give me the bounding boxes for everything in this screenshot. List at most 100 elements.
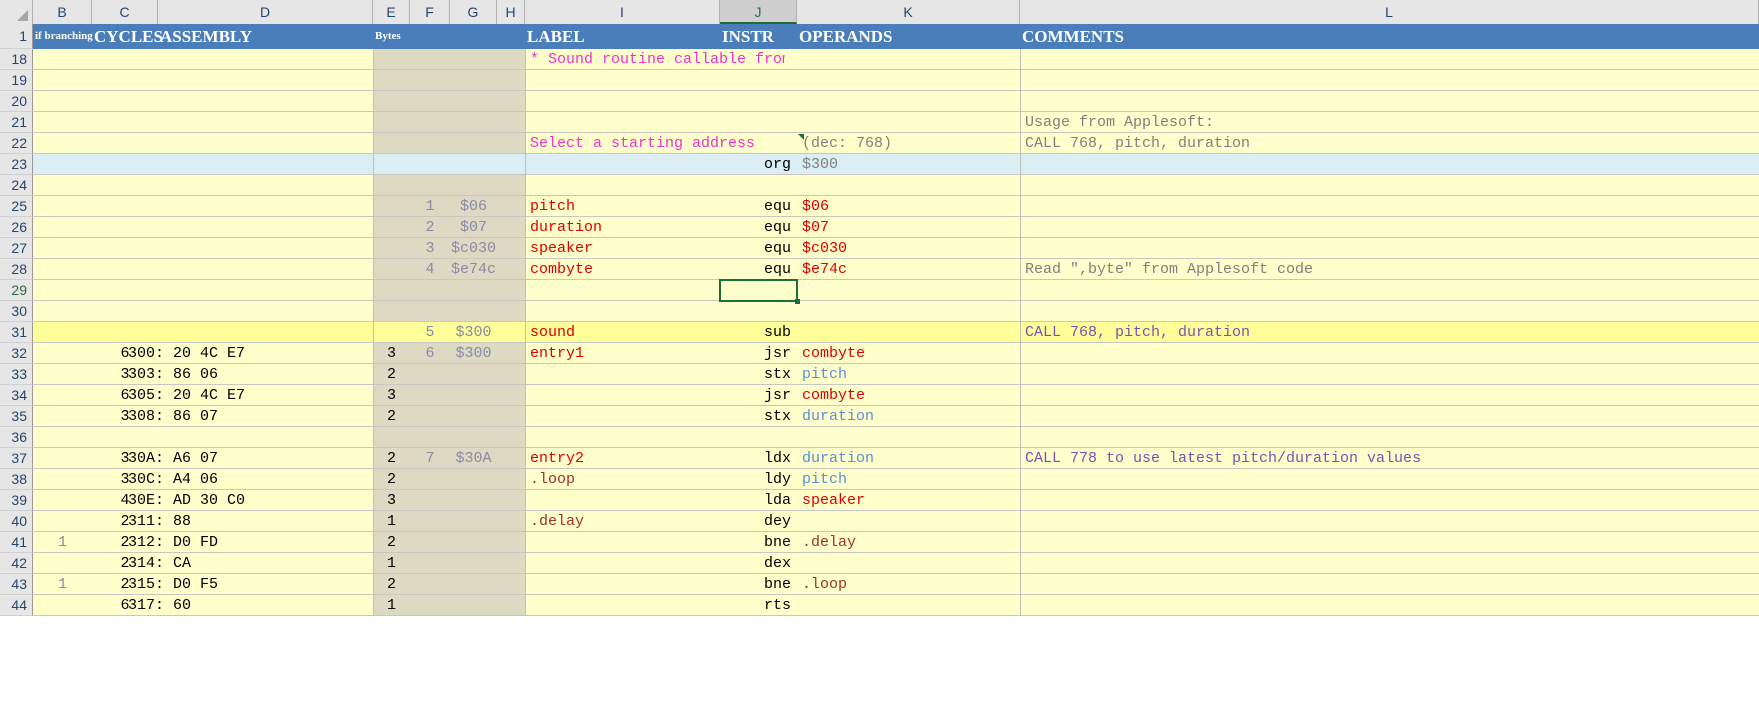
column-header-c[interactable]: C [92, 0, 158, 24]
cell-k-32[interactable]: combyte [797, 343, 1140, 364]
cell-l-21[interactable]: Usage from Applesoft: [1020, 112, 1759, 133]
cell-j-40[interactable]: dey [720, 511, 797, 532]
cell-g-28[interactable]: $e74c [450, 259, 497, 280]
cell-e-43[interactable]: 2 [373, 574, 410, 595]
cell-f-27[interactable]: 3 [410, 238, 450, 259]
cell-i-22[interactable]: Select a starting address [525, 133, 785, 154]
table-row[interactable]: 6300: 20 4C E736$300entry1jsrcombyte [33, 343, 1759, 364]
cell-k-27[interactable]: $c030 [797, 238, 1140, 259]
column-header-j[interactable]: J [720, 0, 797, 24]
table-row[interactable]: 2$07durationequ$07 [33, 217, 1759, 238]
cell-l-37[interactable]: CALL 778 to use latest pitch/duration va… [1020, 448, 1759, 469]
table-row[interactable]: 12312: D0 FD2bne.delay [33, 532, 1759, 553]
table-row[interactable]: 2311: 881.delaydey [33, 511, 1759, 532]
column-header-d[interactable]: D [158, 0, 373, 24]
cell-d-44[interactable]: 317: 60 [92, 595, 373, 616]
cell-k-33[interactable]: pitch [797, 364, 1140, 385]
row-header[interactable]: 27 [0, 238, 33, 259]
column-header-f[interactable]: F [410, 0, 450, 24]
cell-g-26[interactable]: $07 [450, 217, 497, 238]
column-header-g[interactable]: G [450, 0, 497, 24]
table-row[interactable]: 3$c030speakerequ$c030 [33, 238, 1759, 259]
row-header[interactable]: 24 [0, 175, 33, 196]
table-row[interactable]: 12315: D0 F52bne.loop [33, 574, 1759, 595]
row-header-1[interactable]: 1 [0, 24, 33, 49]
cell-e-42[interactable]: 1 [373, 553, 410, 574]
table-row[interactable]: 330C: A4 062.loopldypitch [33, 469, 1759, 490]
table-row[interactable]: 3308: 86 072stxduration [33, 406, 1759, 427]
fill-handle[interactable] [795, 299, 800, 304]
cell-e-32[interactable]: 3 [373, 343, 410, 364]
cell-b-41[interactable]: 1 [33, 532, 92, 553]
cell-e-41[interactable]: 2 [373, 532, 410, 553]
column-header-b[interactable]: B [33, 0, 92, 24]
table-row[interactable]: 2314: CA1dex [33, 553, 1759, 574]
cell-j-28[interactable]: equ [720, 259, 797, 280]
cell-f-31[interactable]: 5 [410, 322, 450, 343]
table-row[interactable] [33, 280, 1759, 301]
cell-j-43[interactable]: bne [720, 574, 797, 595]
cell-j-35[interactable]: stx [720, 406, 797, 427]
cell-g-37[interactable]: $30A [450, 448, 497, 469]
spreadsheet-grid[interactable]: BCDEFGHIJKLif branchingCYCLESASSEMBLYByt… [0, 0, 1759, 706]
table-row[interactable] [33, 91, 1759, 112]
cell-e-34[interactable]: 3 [373, 385, 410, 406]
cell-d-37[interactable]: 30A: A6 07 [92, 448, 373, 469]
cell-e-40[interactable]: 1 [373, 511, 410, 532]
cell-d-39[interactable]: 30E: AD 30 C0 [92, 490, 373, 511]
cell-k-25[interactable]: $06 [797, 196, 1140, 217]
row-header[interactable]: 19 [0, 70, 33, 91]
cell-j-44[interactable]: rts [720, 595, 797, 616]
cell-f-37[interactable]: 7 [410, 448, 450, 469]
cell-d-43[interactable]: 315: D0 F5 [92, 574, 373, 595]
table-row[interactable]: * Sound routine callable from Applesoft [33, 49, 1759, 70]
cell-d-38[interactable]: 30C: A4 06 [92, 469, 373, 490]
column-header-i[interactable]: I [525, 0, 720, 24]
cell-k-34[interactable]: combyte [797, 385, 1140, 406]
cell-j-31[interactable]: sub [720, 322, 797, 343]
cell-d-33[interactable]: 303: 86 06 [92, 364, 373, 385]
table-row[interactable]: 1$06pitchequ$06 [33, 196, 1759, 217]
cell-g-32[interactable]: $300 [450, 343, 497, 364]
cell-d-34[interactable]: 305: 20 4C E7 [92, 385, 373, 406]
cell-j-25[interactable]: equ [720, 196, 797, 217]
cell-d-40[interactable]: 311: 88 [92, 511, 373, 532]
cell-k-35[interactable]: duration [797, 406, 1140, 427]
row-header[interactable]: 25 [0, 196, 33, 217]
row-header[interactable]: 30 [0, 301, 33, 322]
cell-e-37[interactable]: 2 [373, 448, 410, 469]
column-header-h[interactable]: H [497, 0, 525, 24]
cell-j-33[interactable]: stx [720, 364, 797, 385]
cell-d-42[interactable]: 314: CA [92, 553, 373, 574]
column-header-k[interactable]: K [797, 0, 1020, 24]
cell-f-26[interactable]: 2 [410, 217, 450, 238]
cell-l-28[interactable]: Read ",byte" from Applesoft code [1020, 259, 1759, 280]
table-row[interactable] [33, 175, 1759, 196]
cell-j-41[interactable]: bne [720, 532, 797, 553]
row-header[interactable]: 31 [0, 322, 33, 343]
row-header[interactable]: 33 [0, 364, 33, 385]
row-header[interactable]: 37 [0, 448, 33, 469]
table-row[interactable] [33, 70, 1759, 91]
cell-g-27[interactable]: $c030 [450, 238, 497, 259]
cell-f-25[interactable]: 1 [410, 196, 450, 217]
row-header[interactable]: 21 [0, 112, 33, 133]
row-header[interactable]: 38 [0, 469, 33, 490]
table-row[interactable]: 5$300soundsubCALL 768, pitch, duration [33, 322, 1759, 343]
cell-i-18[interactable]: * Sound routine callable from Applesoft [525, 49, 785, 70]
cell-l-31[interactable]: CALL 768, pitch, duration [1020, 322, 1759, 343]
row-header[interactable]: 20 [0, 91, 33, 112]
cell-j-38[interactable]: ldy [720, 469, 797, 490]
row-header[interactable]: 34 [0, 385, 33, 406]
row-header[interactable]: 41 [0, 532, 33, 553]
table-row[interactable]: 3303: 86 062stxpitch [33, 364, 1759, 385]
cell-k-23[interactable]: $300 [797, 154, 1140, 175]
row-header[interactable]: 40 [0, 511, 33, 532]
table-row[interactable]: 330A: A6 0727$30Aentry2ldxdurationCALL 7… [33, 448, 1759, 469]
cell-d-32[interactable]: 300: 20 4C E7 [92, 343, 373, 364]
column-header-e[interactable]: E [373, 0, 410, 24]
cell-j-26[interactable]: equ [720, 217, 797, 238]
cell-f-32[interactable]: 6 [410, 343, 450, 364]
cell-e-33[interactable]: 2 [373, 364, 410, 385]
row-header[interactable]: 28 [0, 259, 33, 280]
